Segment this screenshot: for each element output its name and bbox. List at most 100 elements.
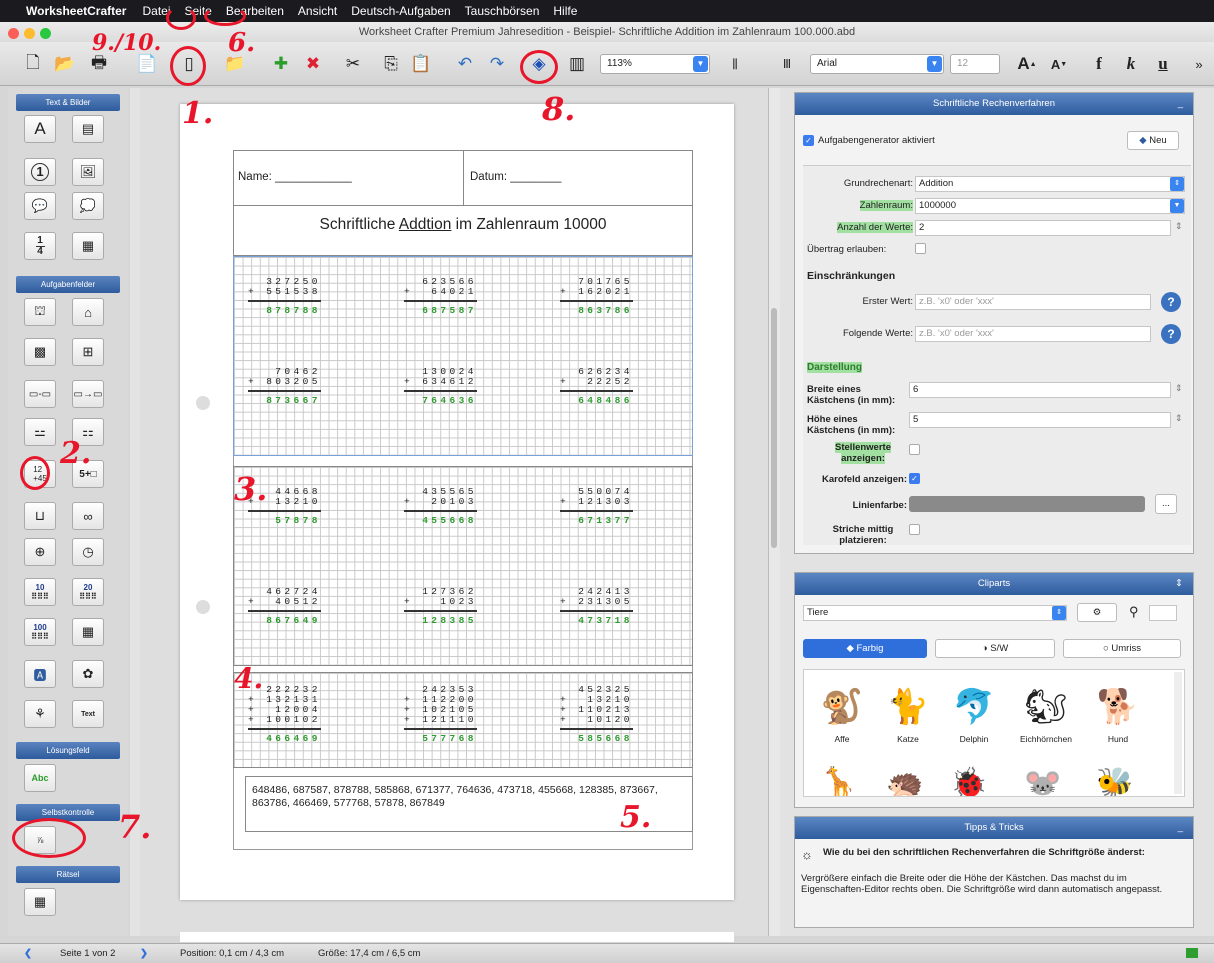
menu-seite[interactable]: Seite [185,4,212,18]
place-values-checkbox[interactable] [909,444,920,455]
tab-bw[interactable]: ◑ S/W [935,639,1055,658]
problem-1-5[interactable]: 130024 + 634612 764636 [404,367,477,406]
generate-icon[interactable]: ◈ [526,51,552,77]
left-scrollbar[interactable] [130,88,140,936]
book-icon[interactable]: ▥ [564,51,590,77]
giraffe-icon[interactable]: 🦒 [820,766,857,796]
worksheet-title[interactable]: Schriftliche Addtion im Zahlenraum 10000 [234,216,692,234]
undo-icon[interactable]: ↶ [452,51,478,77]
fraction-button[interactable]: 14 [24,232,56,260]
tab-color[interactable]: ◆ Farbig [803,639,927,658]
minimize-icon[interactable]: _ [1178,93,1183,115]
number-line-icon[interactable]: ∞ [72,502,104,530]
written-calc-icon[interactable]: 12 +45 [24,460,56,488]
close-window-button[interactable] [8,28,19,39]
target-icon[interactable]: ⊕ [24,538,56,566]
text-task-button[interactable]: Text [72,700,104,728]
image-icon[interactable]: 🖼 [72,158,104,186]
clipart-item[interactable]: 🐈 Katze [870,680,946,744]
decrease-font-icon[interactable]: A ▼ [1046,51,1072,77]
calc-block-1[interactable]: 327250 + 551538 878788 623566 + 64021 6875… [233,256,693,456]
clipart-item[interactable]: 🐿 Eichhörnchen [1008,680,1084,744]
section-solution-field[interactable]: Lösungsfeld [16,742,120,759]
zoom-window-button[interactable] [40,28,51,39]
category-select[interactable]: Tiere ⇕ [803,605,1067,621]
clock-icon[interactable]: ◷ [72,538,104,566]
ladybug-icon[interactable]: 🐞 [950,766,987,796]
menu-ansicht[interactable]: Ansicht [298,4,337,18]
section-text-images[interactable]: Text & Bilder [16,94,120,111]
puzzle-pieces-icon[interactable]: ✿ [72,660,104,688]
range-select[interactable]: 1000000 ▼ [915,198,1185,214]
stepper-icon[interactable]: ⇕ [1175,413,1183,424]
problem-3-1[interactable]: 222232 + 132131 + 12004 + 100102 466469 [248,685,321,744]
name-field[interactable]: Name: ____________ [234,151,464,206]
calc-block-2[interactable]: 44668 + 13210 57878 435565 + 20103 455668 … [233,466,693,666]
clipart-item[interactable]: 🐬 Delphin [936,680,1012,744]
print-icon[interactable]: 🖶 [86,51,112,77]
grid-fill-icon[interactable]: ▩ [24,338,56,366]
carry-checkbox[interactable] [915,243,926,254]
line-color-swatch[interactable] [909,496,1145,512]
box-height-input[interactable]: 5 [909,412,1171,428]
columns-icon[interactable]: Ⅲ [774,51,800,77]
grid-icon[interactable]: ⊞ [72,338,104,366]
problem-3-2[interactable]: 242353 + 112200 + 102105 + 121110 577768 [404,685,477,744]
solution-field-button[interactable]: Abc [24,764,56,792]
new-button[interactable]: ◆ Neu [1127,131,1179,150]
problem-2-6[interactable]: 242413 + 231305 473718 [560,587,633,626]
menu-bearbeiten[interactable]: Bearbeiten [226,4,284,18]
chevron-updown-icon[interactable]: ⇕ [1175,573,1183,595]
open-folder-icon[interactable]: 📂 [52,51,78,77]
sum-box-button[interactable]: 5+□ [72,460,104,488]
folder-icon[interactable]: 📁 [222,51,248,77]
problem-1-3[interactable]: 701765 + 162021 863786 [560,277,633,316]
house-icon[interactable]: ⌂ [72,298,104,326]
number-circle-button[interactable]: 1 [24,158,56,186]
color-picker-button[interactable]: ... [1155,494,1177,514]
twenty-field-button[interactable]: 20 ⠿⠿⠿ [72,578,104,606]
delete-page-icon[interactable]: ✖ [300,51,326,77]
count-input[interactable]: 2 [915,220,1171,236]
chain-arrow-icon[interactable]: ▭→▭ [72,380,104,408]
center-lines-checkbox[interactable] [909,524,920,535]
more-toolbar-button[interactable]: » [1186,51,1212,77]
worksheet-header[interactable]: Name: ____________ Datum: ________ Schri… [233,150,693,256]
textfield-button[interactable]: A [24,115,56,143]
date-field[interactable]: Datum: ________ [464,151,692,206]
scroll-thumb[interactable] [771,308,777,548]
app-menu[interactable]: WorksheetCrafter [26,4,126,18]
problem-2-2[interactable]: 435565 + 20103 455668 [404,487,477,526]
problem-3-3[interactable]: 452325 + 13210 + 110213 + 10120 585668 [560,685,633,744]
letter-a-icon[interactable]: 🅰 [24,660,56,688]
align-icon[interactable]: ⫼ [722,51,748,77]
grid-checkbox[interactable]: ✓ [909,473,920,484]
previous-page-icon[interactable]: ❮ [24,944,32,963]
problem-1-2[interactable]: 623566 + 64021 687587 [404,277,477,316]
tree-diagram-icon[interactable]: ⚘ [24,700,56,728]
stepper-icon[interactable]: ⇕ [1175,221,1183,232]
problem-1-4[interactable]: 70462 + 803205 873667 [248,367,321,406]
help-button[interactable]: ? [1161,292,1181,312]
bee-icon[interactable]: 🐝 [1096,766,1133,796]
menu-deutsch-aufgaben[interactable]: Deutsch-Aufgaben [351,4,450,18]
menu-tauschboersen[interactable]: Tauschbörsen [465,4,540,18]
operation-select[interactable]: Addition ⇕ [915,176,1185,192]
increase-font-icon[interactable]: A ▲ [1014,51,1040,77]
search-input[interactable] [1149,605,1177,621]
new-document-icon[interactable]: 🗋 [20,51,46,77]
section-task-fields[interactable]: Aufgabenfelder [16,276,120,293]
problem-2-1[interactable]: 44668 + 13210 57878 [248,487,321,526]
tree-complex-icon[interactable]: ⚏ [72,418,104,446]
zoom-select[interactable]: 113% ▼ [600,54,710,74]
problem-2-4[interactable]: 462724 + 40512 867649 [248,587,321,626]
pyramid-icon[interactable]: ⛫ [24,298,56,326]
generator-checkbox[interactable]: ✓ [803,135,814,146]
tree-icon[interactable]: ⚍ [24,418,56,446]
two-columns-icon[interactable]: ▤ [72,115,104,143]
menu-datei[interactable]: Datei [142,4,170,18]
table-icon[interactable]: ▦ [72,232,104,260]
redo-icon[interactable]: ↷ [484,51,510,77]
problem-2-3[interactable]: 550074 + 121303 671377 [560,487,633,526]
clipart-settings-button[interactable]: ⚙ [1077,603,1117,622]
